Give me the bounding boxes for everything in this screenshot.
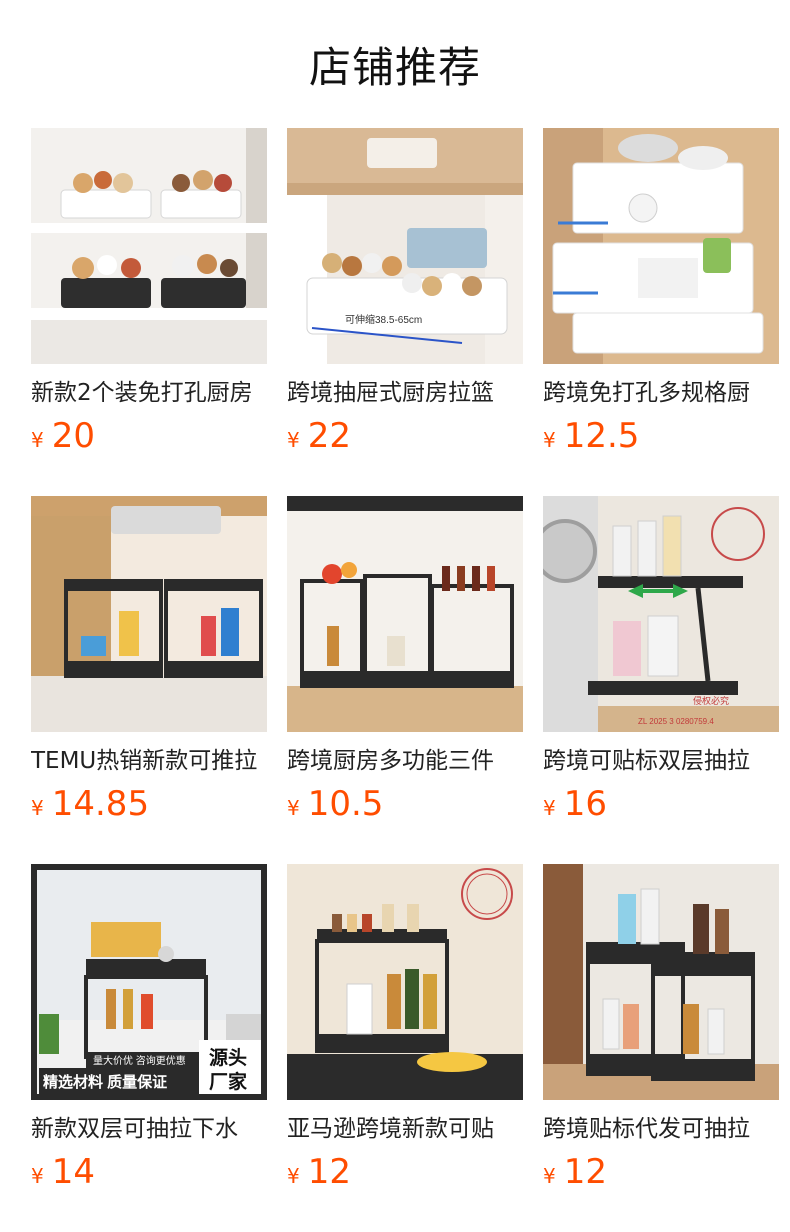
product-price: ¥ 14.85 — [31, 784, 267, 828]
product-price: ¥ 14 — [31, 1152, 267, 1196]
price-value: 14.85 — [51, 784, 150, 824]
currency-symbol: ¥ — [287, 1164, 300, 1188]
product-card[interactable]: 亚马逊跨境新款可贴 ¥ 12 — [287, 864, 523, 1232]
product-image[interactable] — [287, 496, 523, 732]
product-title[interactable]: 新款双层可抽拉下水 — [31, 1114, 267, 1144]
currency-symbol: ¥ — [287, 796, 300, 820]
under-sink-white-trays-image — [31, 128, 267, 364]
product-price: ¥ 16 — [543, 784, 779, 828]
product-title[interactable]: 跨境免打孔多规格厨 — [543, 378, 779, 408]
product-card[interactable]: 可伸缩38.5-65cm 跨境抽屉式厨房拉篮 ¥ 22 — [287, 128, 523, 496]
black-three-piece-racks-image — [287, 496, 523, 732]
product-price: ¥ 22 — [287, 416, 523, 460]
price-value: 10.5 — [307, 784, 384, 824]
product-title[interactable]: 跨境贴标代发可抽拉 — [543, 1114, 779, 1144]
product-image[interactable]: 侵权必究 ZL 2025 3 0280759.4 — [543, 496, 779, 732]
product-grid: 新款2个装免打孔厨房 ¥ 20 可伸缩38.5-65cm 跨境抽屉式厨房拉篮 ¥… — [31, 128, 779, 1232]
product-card[interactable]: TEMU热销新款可推拉 ¥ 14.85 — [31, 496, 267, 864]
product-image[interactable]: 量大价优 咨询更优惠 精选材料 质量保证 源头 厂家 — [31, 864, 267, 1100]
product-card[interactable]: 跨境免打孔多规格厨 ¥ 12.5 — [543, 128, 779, 496]
product-image[interactable] — [31, 128, 267, 364]
white-sliding-drawers-image — [543, 128, 779, 364]
page-title: 店铺推荐 — [308, 42, 481, 92]
currency-symbol: ¥ — [543, 428, 556, 452]
product-price: ¥ 12 — [543, 1152, 779, 1196]
product-price: ¥ 20 — [31, 416, 267, 460]
currency-symbol: ¥ — [31, 1164, 44, 1188]
product-title[interactable]: 跨境抽屉式厨房拉篮 — [287, 378, 523, 408]
product-image[interactable] — [287, 864, 523, 1100]
product-image[interactable] — [543, 864, 779, 1100]
watermark-text: 侵权必究 — [693, 695, 729, 706]
product-title[interactable]: 新款2个装免打孔厨房 — [31, 378, 267, 408]
product-card[interactable]: 量大价优 咨询更优惠 精选材料 质量保证 源头 厂家 新款双层可抽拉下水 ¥ 1… — [31, 864, 267, 1232]
promo-left-text: 精选材料 质量保证 — [43, 1073, 167, 1091]
product-image[interactable] — [31, 496, 267, 732]
patent-code: ZL 2025 3 0280759.4 — [638, 717, 714, 726]
price-value: 14 — [51, 1152, 95, 1192]
currency-symbol: ¥ — [287, 428, 300, 452]
promo-right-line2: 厂家 — [209, 1070, 248, 1093]
product-title[interactable]: 亚马逊跨境新款可贴 — [287, 1114, 523, 1144]
black-sliding-rack-laundry-image: 侵权必究 ZL 2025 3 0280759.4 — [543, 496, 779, 732]
white-pullout-tray-image: 可伸缩38.5-65cm — [287, 128, 523, 364]
product-title[interactable]: TEMU热销新款可推拉 — [31, 746, 267, 776]
product-card[interactable]: 新款2个装免打孔厨房 ¥ 20 — [31, 128, 267, 496]
currency-symbol: ¥ — [543, 796, 556, 820]
price-value: 16 — [563, 784, 607, 824]
product-image[interactable] — [543, 128, 779, 364]
product-title[interactable]: 跨境厨房多功能三件 — [287, 746, 523, 776]
product-price: ¥ 12.5 — [543, 416, 779, 460]
promo-small-text: 量大价优 咨询更优惠 — [93, 1054, 186, 1067]
product-card[interactable]: 侵权必究 ZL 2025 3 0280759.4 跨境可贴标双层抽拉 ¥ 16 — [543, 496, 779, 864]
svg-text:可伸缩38.5-65cm: 可伸缩38.5-65cm — [345, 313, 422, 326]
product-image[interactable]: 可伸缩38.5-65cm — [287, 128, 523, 364]
currency-symbol: ¥ — [31, 428, 44, 452]
price-value: 22 — [307, 416, 351, 456]
product-card[interactable]: 跨境厨房多功能三件 ¥ 10.5 — [287, 496, 523, 864]
black-bathroom-rack-image — [543, 864, 779, 1100]
promo-right-line1: 源头 — [209, 1046, 247, 1069]
price-value: 12.5 — [563, 416, 640, 456]
black-two-tier-racks-image — [31, 496, 267, 732]
black-rack-promo-image: 量大价优 咨询更优惠 精选材料 质量保证 源头 厂家 — [31, 864, 267, 1100]
product-title[interactable]: 跨境可贴标双层抽拉 — [543, 746, 779, 776]
currency-symbol: ¥ — [543, 1164, 556, 1188]
product-price: ¥ 12 — [287, 1152, 523, 1196]
header: 店铺推荐 — [0, 0, 790, 110]
price-value: 12 — [307, 1152, 351, 1192]
price-value: 20 — [51, 416, 95, 456]
black-spice-rack-image — [287, 864, 523, 1100]
product-card[interactable]: 跨境贴标代发可抽拉 ¥ 12 — [543, 864, 779, 1232]
currency-symbol: ¥ — [31, 796, 44, 820]
product-price: ¥ 10.5 — [287, 784, 523, 828]
price-value: 12 — [563, 1152, 607, 1192]
